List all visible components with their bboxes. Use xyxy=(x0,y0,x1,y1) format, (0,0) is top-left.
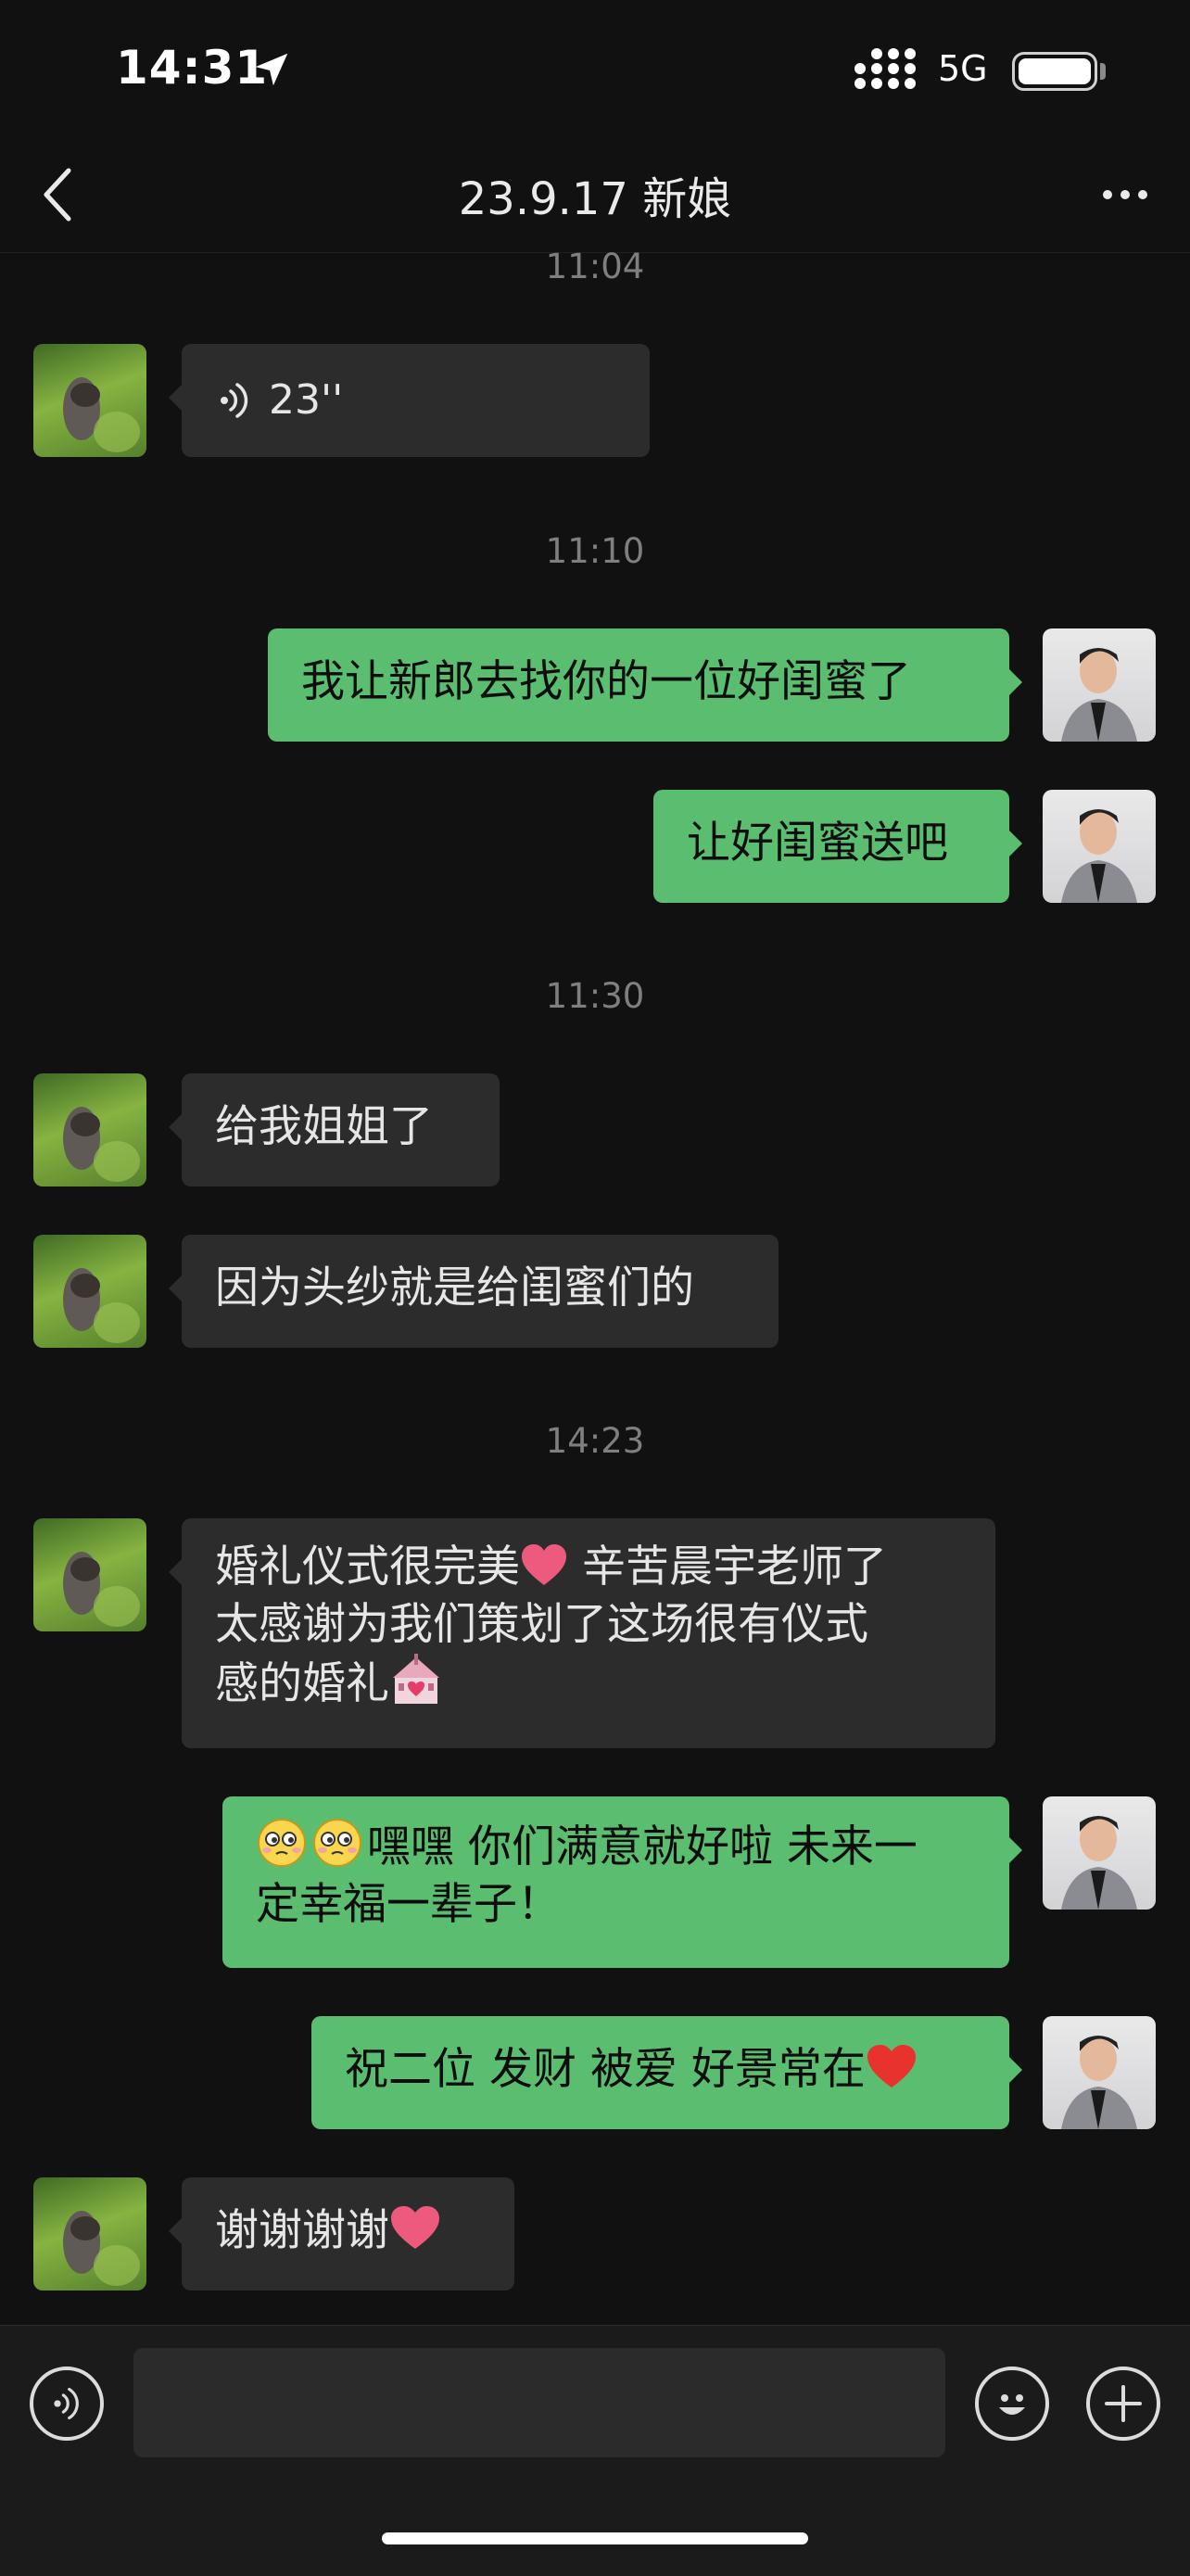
timestamp: 11:30 xyxy=(545,976,645,1016)
battery-icon xyxy=(1012,52,1097,91)
timestamp: 14:23 xyxy=(545,1421,645,1461)
contact-avatar[interactable] xyxy=(33,344,146,457)
message-text: 感的婚礼 xyxy=(215,1658,389,1709)
message-bubble-in[interactable]: 因为头纱就是给闺蜜们的 xyxy=(169,1235,779,1348)
my-avatar[interactable] xyxy=(1043,1796,1156,1910)
nav-bar: 23.9.17 新娘 xyxy=(0,139,1190,253)
contact-avatar[interactable] xyxy=(33,1073,146,1186)
message-bubble-in[interactable]: 给我姐姐了 xyxy=(169,1073,500,1186)
message-bubble-in[interactable]: 婚礼仪式很完美 辛苦晨宇老师了 太感谢为我们策划了这场很有仪式 感的婚礼 xyxy=(169,1518,995,1748)
message-text: 定幸福一辈子！ xyxy=(256,1879,561,1930)
status-bar: 14:31 5G xyxy=(0,0,1190,139)
message-input[interactable] xyxy=(133,2348,945,2457)
battery-cap xyxy=(1100,63,1106,80)
emoji-icon[interactable] xyxy=(975,2367,1049,2441)
message-text: 给我姐姐了 xyxy=(215,1101,433,1152)
message-text: 因为头纱就是给闺蜜们的 xyxy=(215,1263,694,1313)
chapel-emoji xyxy=(393,1654,439,1704)
voice-message-bubble[interactable]: 23'' xyxy=(169,344,650,457)
message-text: 太感谢为我们策划了这场很有仪式 xyxy=(215,1599,868,1650)
contact-avatar[interactable] xyxy=(33,1518,146,1631)
message-bubble-out[interactable]: 我让新郎去找你的一位好闺蜜了 xyxy=(268,628,1022,742)
my-avatar[interactable] xyxy=(1043,628,1156,742)
heart-emoji xyxy=(391,2206,439,2249)
message-bubble-out[interactable]: 嘿嘿 你们满意就好啦 未来一 定幸福一辈子！ xyxy=(222,1796,1022,1968)
voice-duration: 23'' xyxy=(269,376,344,424)
message-bubble-in[interactable]: 谢谢谢谢 xyxy=(169,2177,514,2290)
message-text: 婚礼仪式很完美 xyxy=(215,1542,520,1593)
shy-face-emoji xyxy=(258,1819,306,1867)
plus-circle-icon[interactable] xyxy=(1086,2367,1160,2441)
my-avatar[interactable] xyxy=(1043,790,1156,903)
home-indicator xyxy=(382,2532,808,2544)
message-text: 我让新郎去找你的一位好闺蜜了 xyxy=(301,656,911,707)
shy-face-emoji xyxy=(313,1819,361,1867)
location-arrow-icon xyxy=(255,53,288,86)
message-text: 祝二位 发财 被爱 好景常在 xyxy=(345,2044,866,2095)
status-time: 14:31 xyxy=(116,41,269,95)
red-heart-emoji xyxy=(867,2045,916,2087)
message-text: 谢谢谢谢 xyxy=(215,2205,389,2256)
message-text: 让好闺蜜送吧 xyxy=(687,818,948,869)
signal-icon xyxy=(855,48,916,89)
timestamp: 11:10 xyxy=(545,531,645,571)
message-text: 辛苦晨宇老师了 xyxy=(568,1542,887,1593)
voice-mode-icon[interactable] xyxy=(30,2367,104,2441)
message-bubble-out[interactable]: 让好闺蜜送吧 xyxy=(653,790,1022,903)
voice-wave-icon xyxy=(221,383,248,418)
timestamp: 11:04 xyxy=(545,247,645,286)
message-bubble-out[interactable]: 祝二位 发财 被爱 好景常在 xyxy=(311,2016,1022,2129)
my-avatar[interactable] xyxy=(1043,2016,1156,2129)
message-text: 嘿嘿 你们满意就好啦 未来一 xyxy=(367,1821,918,1872)
contact-avatar[interactable] xyxy=(33,1235,146,1348)
chat-title: 23.9.17 新娘 xyxy=(458,173,732,225)
contact-avatar[interactable] xyxy=(33,2177,146,2290)
heart-emoji xyxy=(522,1544,566,1585)
more-dots-icon[interactable] xyxy=(1088,162,1162,227)
network-label: 5G xyxy=(938,48,988,89)
